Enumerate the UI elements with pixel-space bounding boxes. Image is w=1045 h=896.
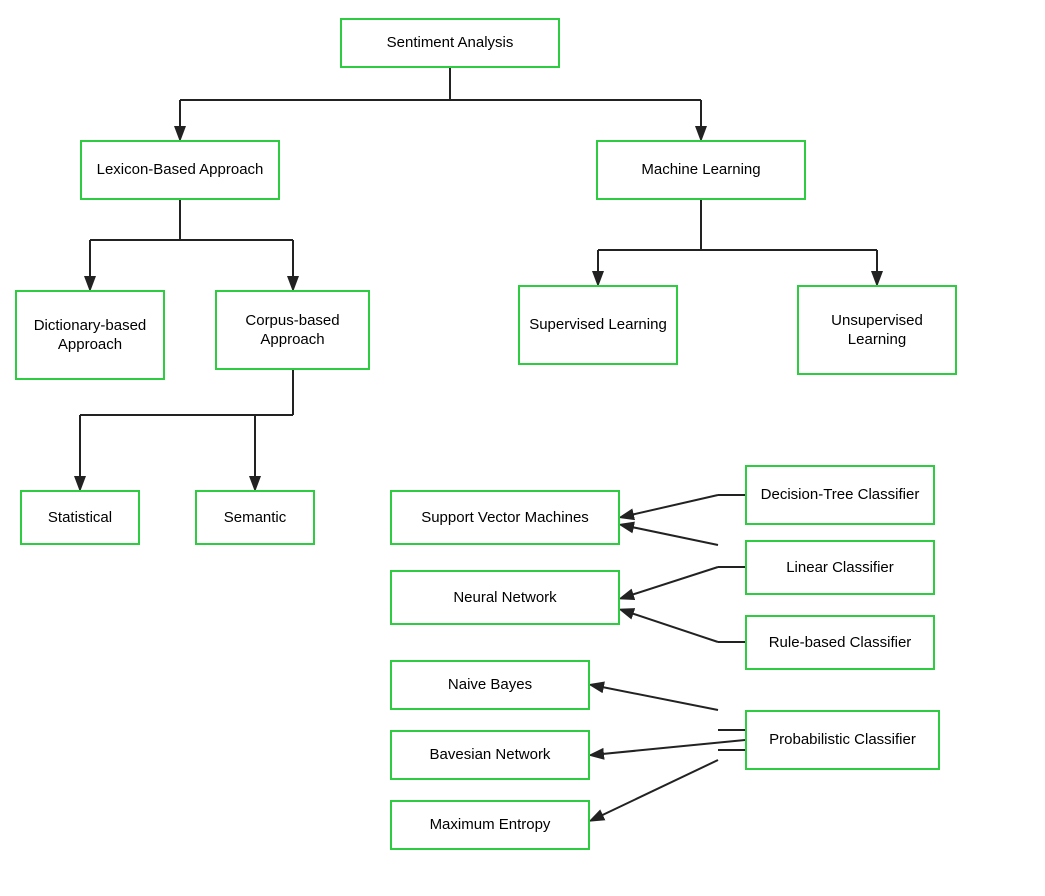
node-lexicon-based: Lexicon-Based Approach <box>80 140 280 200</box>
node-maximum-entropy: Maximum Entropy <box>390 800 590 850</box>
node-linear-classifier: Linear Classifier <box>745 540 935 595</box>
diagram: Sentiment Analysis Lexicon-Based Approac… <box>0 0 1045 896</box>
node-unsupervised: Unsupervised Learning <box>797 285 957 375</box>
node-semantic: Semantic <box>195 490 315 545</box>
node-svm: Support Vector Machines <box>390 490 620 545</box>
node-statistical: Statistical <box>20 490 140 545</box>
node-probabilistic: Probabilistic Classifier <box>745 710 940 770</box>
node-bavesian-network: Bavesian Network <box>390 730 590 780</box>
node-neural-network: Neural Network <box>390 570 620 625</box>
node-corpus-based: Corpus-based Approach <box>215 290 370 370</box>
node-sentiment-analysis: Sentiment Analysis <box>340 18 560 68</box>
node-decision-tree: Decision-Tree Classifier <box>745 465 935 525</box>
node-naive-bayes: Naive Bayes <box>390 660 590 710</box>
node-supervised: Supervised Learning <box>518 285 678 365</box>
node-machine-learning: Machine Learning <box>596 140 806 200</box>
node-rule-based: Rule-based Classifier <box>745 615 935 670</box>
node-dictionary-based: Dictionary-based Approach <box>15 290 165 380</box>
